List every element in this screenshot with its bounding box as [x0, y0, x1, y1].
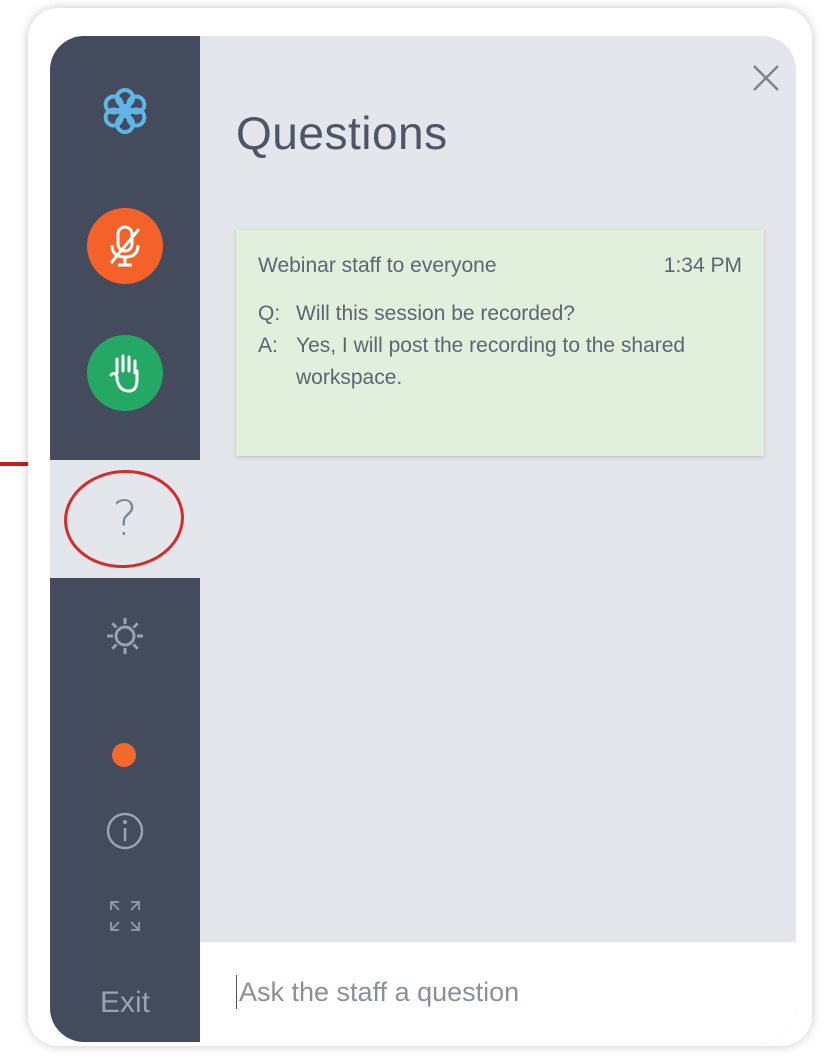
- logo-button[interactable]: [50, 76, 200, 146]
- card-sender: Webinar staff to everyone: [258, 254, 497, 277]
- question-input-placeholder: Ask the staff a question: [239, 976, 520, 1007]
- raise-hand-button[interactable]: [50, 328, 200, 418]
- info-button[interactable]: [50, 801, 200, 861]
- settings-button[interactable]: [50, 606, 200, 666]
- mute-button[interactable]: [50, 201, 200, 291]
- answer-label: A:: [258, 334, 278, 357]
- webinar-app: ? Exit Questions Webinar staff to everyo…: [50, 36, 796, 1042]
- sidebar: ? Exit: [50, 36, 200, 1042]
- question-card: Webinar staff to everyone 1:34 PM Q: Wil…: [236, 230, 764, 456]
- question-input[interactable]: Ask the staff a question: [200, 942, 796, 1042]
- card-header: Webinar staff to everyone 1:34 PM: [258, 254, 742, 278]
- exit-button[interactable]: Exit: [50, 968, 200, 1038]
- annotation-highlight-circle: [60, 465, 188, 573]
- expand-button[interactable]: [50, 886, 200, 946]
- logo-icon: [103, 88, 147, 134]
- raise-hand-circle: [87, 335, 163, 411]
- questions-button[interactable]: ?: [50, 460, 200, 578]
- close-icon: [753, 65, 779, 91]
- raise-hand-icon: [109, 354, 139, 393]
- panel-title: Questions: [236, 107, 448, 159]
- text-caret: [236, 975, 237, 1009]
- question-text: Will this session be recorded?: [296, 302, 575, 325]
- gear-icon: [107, 618, 143, 654]
- expand-icon: [110, 901, 140, 931]
- recording-status-dot: [112, 743, 136, 767]
- card-time: 1:34 PM: [663, 254, 742, 277]
- answer-text: Yes, I will post the recording to the sh…: [296, 334, 686, 389]
- info-icon: [106, 812, 144, 850]
- answer-row: A: Yes, I will post the recording to the…: [258, 330, 742, 394]
- mic-muted-icon: [109, 225, 141, 267]
- screenshot-stage: ? Exit Questions Webinar staff to everyo…: [0, 0, 824, 1058]
- question-label: Q:: [258, 302, 281, 325]
- question-row: Q: Will this session be recorded?: [258, 298, 742, 330]
- close-button[interactable]: [744, 56, 788, 100]
- questions-panel: Questions Webinar staff to everyone 1:34…: [200, 36, 796, 1042]
- mute-button-circle: [87, 208, 163, 284]
